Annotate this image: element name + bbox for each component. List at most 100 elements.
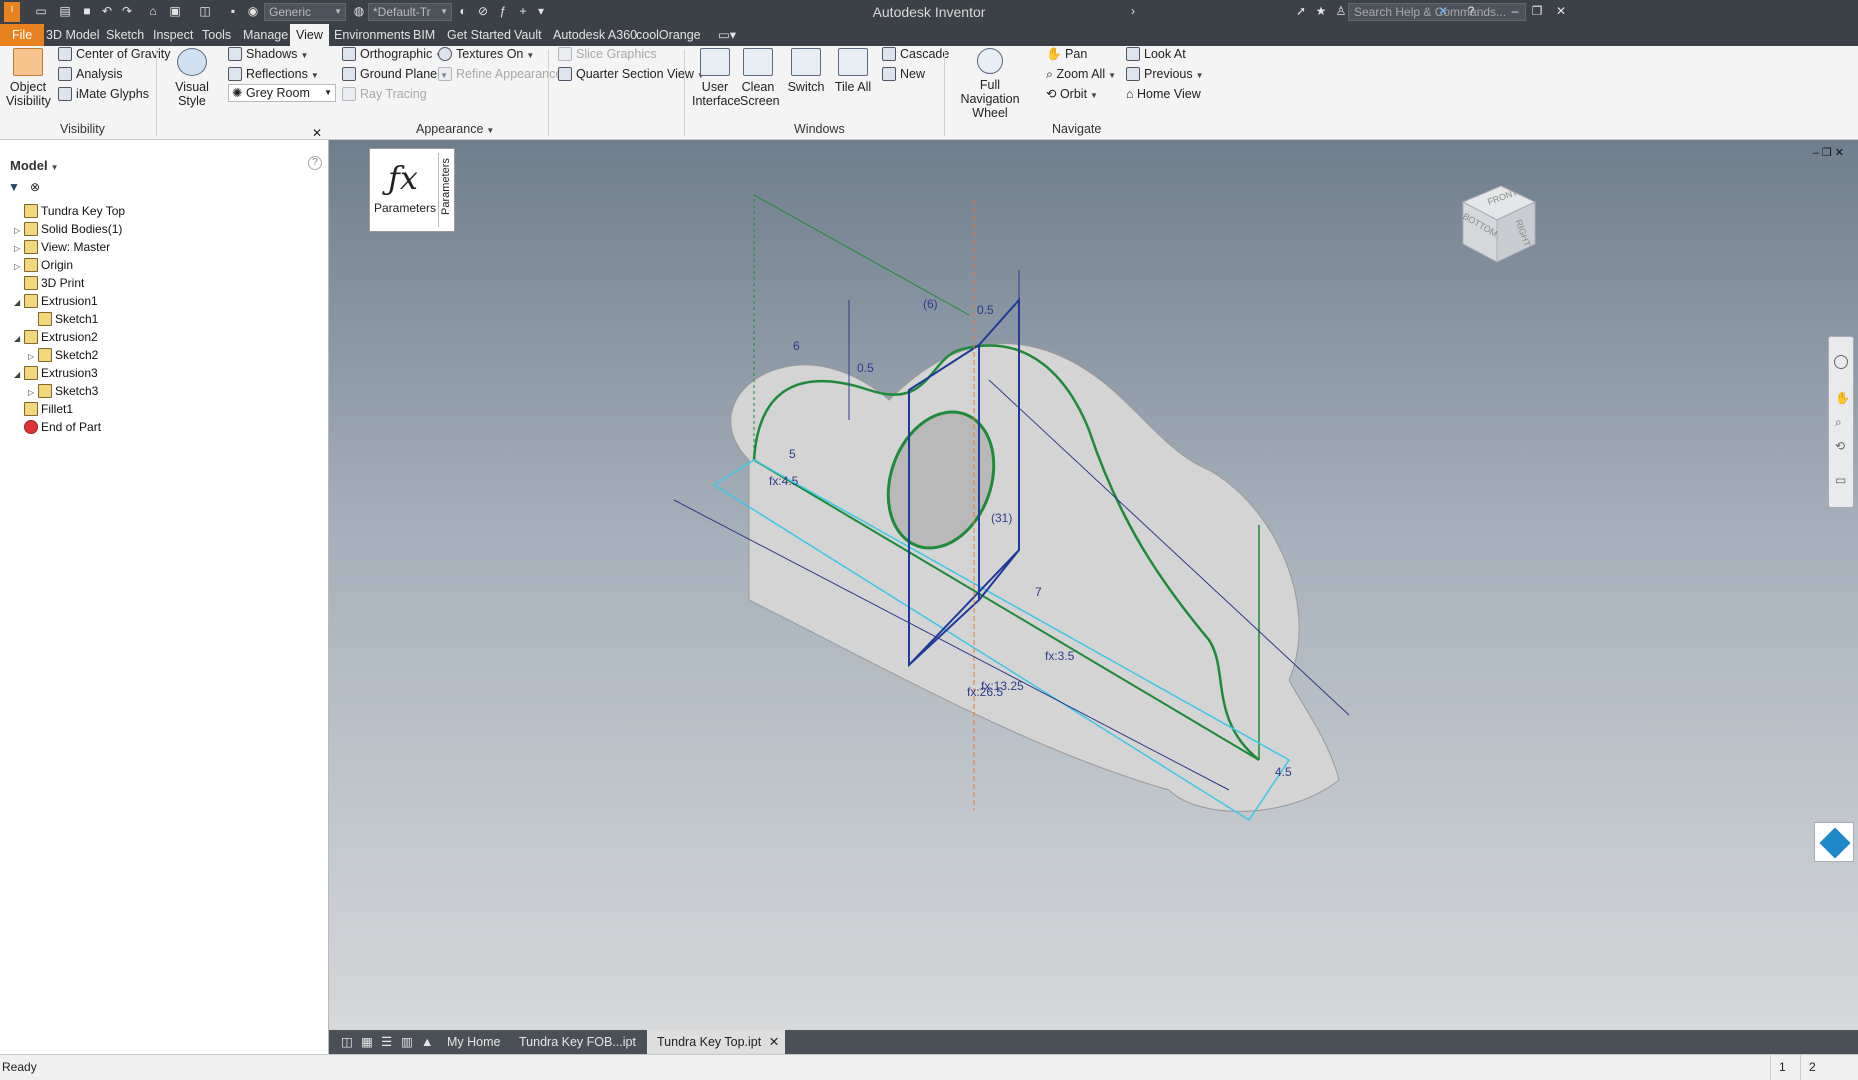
help-icon[interactable]: ? — [1464, 4, 1478, 18]
tree-node[interactable]: ▷ Sketch3 — [28, 384, 98, 400]
dimension-label[interactable]: fx:26.5 — [967, 685, 1003, 699]
tab-inspect[interactable]: Inspect — [147, 24, 199, 46]
tab-file[interactable]: File — [0, 24, 45, 46]
tree-node[interactable]: ▷ View: Master — [14, 240, 110, 256]
textures-on-button[interactable]: Textures On ▼ — [438, 46, 534, 64]
tree-node[interactable]: End of Part — [14, 420, 101, 434]
tree-node[interactable]: ▷ Sketch2 — [28, 348, 98, 364]
tree-node[interactable]: Tundra Key Top — [14, 204, 125, 218]
refine-appearance-button[interactable]: Refine Appearance — [438, 66, 562, 82]
full-navigation-wheel-button[interactable]: Full Navigation Wheel — [952, 48, 1028, 120]
tab-autodesk-a360[interactable]: Autodesk A360 — [547, 24, 643, 46]
tab-manage[interactable]: Manage — [237, 24, 294, 46]
ground-plane-button[interactable]: Ground Plane ▼ — [342, 66, 448, 84]
shadows-button[interactable]: Shadows ▼ — [228, 46, 308, 64]
previous-view-button[interactable]: Previous ▼ — [1126, 66, 1204, 84]
tree-expander-icon[interactable]: ▷ — [28, 350, 38, 364]
tab-view[interactable]: View — [290, 24, 329, 46]
tree-expander-icon[interactable]: ▷ — [14, 224, 24, 238]
visual-style-button[interactable]: Visual Style — [164, 48, 220, 108]
browser-help-icon[interactable]: ? — [308, 156, 322, 170]
dimension-label[interactable]: 0.5 — [977, 303, 994, 317]
tree-expander-icon[interactable]: ▷ — [14, 242, 24, 256]
dimension-label[interactable]: (6) — [923, 297, 938, 311]
pan-hand-icon[interactable]: ✋ — [1835, 391, 1850, 405]
minimize-window-icon[interactable]: – — [1508, 4, 1522, 18]
tree-node[interactable]: ◢ Extrusion3 — [14, 366, 98, 382]
look-at-icon[interactable]: ▭ — [1835, 473, 1846, 487]
dimension-label[interactable]: fx:4.5 — [769, 474, 799, 488]
tree-expander-icon[interactable]: ◢ — [14, 368, 24, 382]
new-window-button[interactable]: New — [882, 66, 925, 82]
tab-vault[interactable]: Vault — [508, 24, 548, 46]
sign-in-arrow-icon[interactable]: ➚ — [1294, 4, 1308, 18]
object-visibility-button[interactable]: Object Visibility — [6, 48, 51, 108]
dimension-label[interactable]: 5 — [789, 447, 796, 461]
ray-tracing-button[interactable]: Ray Tracing — [342, 86, 427, 102]
tab-sketch[interactable]: Sketch — [100, 24, 150, 46]
clean-screen-button[interactable]: Clean Screen — [740, 48, 780, 108]
steering-wheel-icon[interactable] — [1834, 355, 1848, 369]
tree-node[interactable]: 3D Print — [14, 276, 84, 290]
tree-expander-icon[interactable]: ▷ — [14, 260, 24, 274]
model-canvas[interactable]: (6) 0.5 6 0.5 5 fx:4.5 (31) 7 fx:3.5 fx:… — [329, 140, 1858, 1030]
tree-node[interactable]: ▷ Solid Bodies(1) — [14, 222, 122, 238]
user-interface-button[interactable]: User Interface — [692, 48, 741, 108]
tree-node[interactable]: Sketch1 — [28, 312, 98, 326]
dimension-label[interactable]: fx:3.5 — [1045, 649, 1075, 663]
viewcube[interactable]: FRONT BOTTOM RIGHT — [1457, 180, 1541, 264]
tab-tools[interactable]: Tools — [196, 24, 237, 46]
user-account-icon[interactable]: ♙ — [1334, 4, 1348, 18]
tree-expander-icon[interactable]: ◢ — [14, 332, 24, 346]
lighting-style-dropdown[interactable]: ✺ Grey Room ▼ — [228, 84, 336, 102]
quarter-section-view-button[interactable]: Quarter Section View▼ — [558, 66, 705, 84]
tab-3d-model[interactable]: 3D Model — [40, 24, 106, 46]
tree-node[interactable]: Fillet1 — [14, 402, 73, 416]
search-expand-icon[interactable]: › — [1126, 4, 1140, 18]
reflections-button[interactable]: Reflections ▼ — [228, 66, 319, 84]
switch-button[interactable]: Switch — [786, 48, 826, 94]
center-of-gravity-button[interactable]: Center of Gravity — [58, 46, 170, 62]
orbit-icon[interactable]: ⟲ — [1835, 439, 1845, 453]
dimension-label[interactable]: 0.5 — [857, 361, 874, 375]
tile-all-button[interactable]: Tile All — [832, 48, 874, 94]
exchange-x-icon[interactable]: ✕ — [1436, 4, 1450, 18]
dimension-label[interactable]: 6 — [793, 339, 800, 353]
tab-coolorange[interactable]: coolOrange — [630, 24, 707, 46]
close-window-icon[interactable]: ✕ — [1554, 4, 1568, 18]
favorites-star-icon[interactable]: ★ — [1314, 4, 1328, 18]
tab-get-started[interactable]: Get Started — [441, 24, 517, 46]
a360-cloud-icon[interactable] — [1814, 822, 1854, 862]
find-binoculars-icon[interactable]: ⊗ — [30, 180, 40, 194]
slice-graphics-button[interactable]: Slice Graphics — [558, 46, 657, 62]
dimension-label[interactable]: 4.5 — [1275, 765, 1292, 779]
tab-bim[interactable]: BIM — [407, 24, 441, 46]
orthographic-button[interactable]: Orthographic▼ — [342, 46, 443, 64]
doc-tab-tundra-key-fob[interactable]: Tundra Key FOB...ipt — [509, 1030, 646, 1054]
doc-tab-tundra-key-top[interactable]: Tundra Key Top.ipt ✕ — [647, 1030, 786, 1054]
look-at-button[interactable]: Look At — [1126, 46, 1186, 62]
filter-icon[interactable]: ▼ — [8, 180, 20, 194]
imate-glyphs-button[interactable]: iMate Glyphs — [58, 86, 149, 102]
restore-window-icon[interactable]: ❐ — [1530, 4, 1544, 18]
browser-title-dropdown[interactable]: Model ▼ — [10, 158, 58, 173]
cascade-button[interactable]: Cascade — [882, 46, 949, 62]
tree-node[interactable]: ▷ Origin — [14, 258, 73, 274]
appearance-group-label[interactable]: Appearance ▼ — [416, 122, 494, 136]
tab-environments[interactable]: Environments — [328, 24, 416, 46]
zoom-all-button[interactable]: ⌕ Zoom All ▼ — [1046, 66, 1116, 84]
orbit-button[interactable]: ⟲ Orbit ▼ — [1046, 86, 1098, 104]
browser-close-icon[interactable]: ✕ — [312, 126, 322, 140]
tree-node[interactable]: ◢ Extrusion2 — [14, 330, 98, 346]
ribbon-display-options-icon[interactable]: ▭▾ — [712, 24, 742, 46]
graphics-viewport[interactable]: – ❐ ✕ ƒx Parameters Parameters (6) 0.5 6… — [329, 140, 1858, 1030]
doc-tab-my-home[interactable]: My Home — [437, 1030, 510, 1054]
pan-button[interactable]: ✋ Pan — [1046, 46, 1087, 62]
zoom-icon[interactable]: ⌕ — [1835, 415, 1842, 430]
dimension-label[interactable]: (31) — [991, 511, 1012, 525]
dimension-label[interactable]: 7 — [1035, 585, 1042, 599]
tree-expander-icon[interactable]: ◢ — [14, 296, 24, 310]
tree-expander-icon[interactable]: ▷ — [28, 386, 38, 400]
analysis-button[interactable]: Analysis — [58, 66, 123, 82]
tree-node[interactable]: ◢ Extrusion1 — [14, 294, 98, 310]
